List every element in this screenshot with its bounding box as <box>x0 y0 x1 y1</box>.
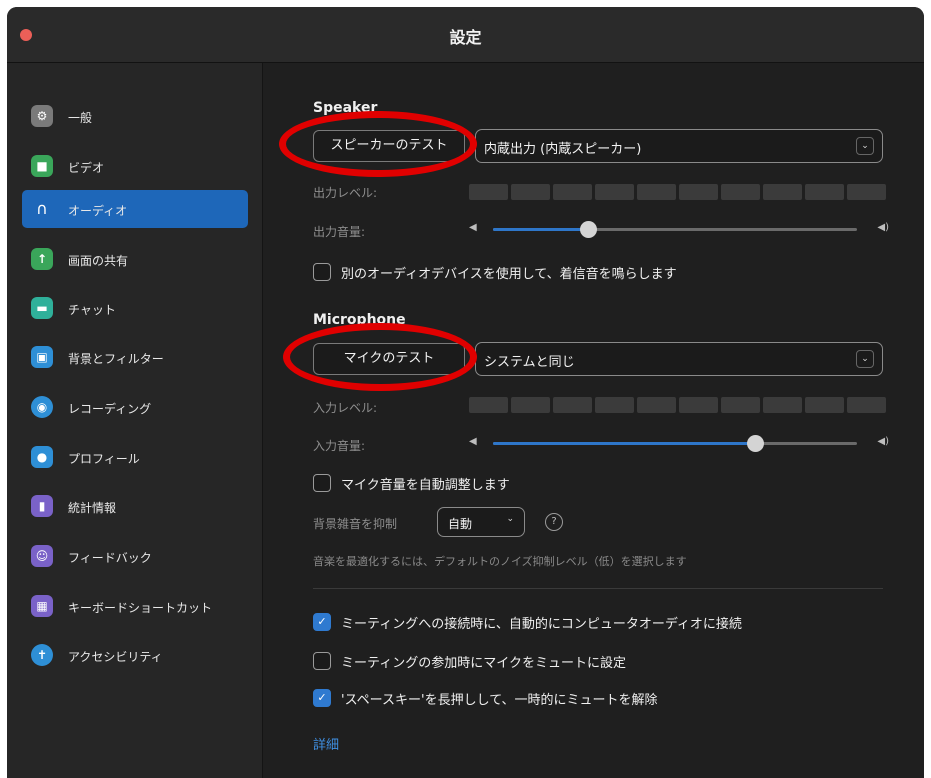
auto-adjust-mic-checkbox[interactable] <box>313 474 331 492</box>
output-level-meter <box>469 184 886 200</box>
settings-window: 設定 ⚙ 一般 ■ ビデオ ∩ オーディオ ↑ 画面の共有 ▬ チャット ▣ 背… <box>7 7 924 778</box>
auto-join-audio-label: ミーティングへの接続時に、自動的にコンピュータオーディオに接続 <box>341 617 742 632</box>
speaker-section-title: Speaker <box>313 100 378 116</box>
window-title: 設定 <box>449 28 482 47</box>
sidebar-item-audio[interactable]: ∩ オーディオ <box>22 190 248 228</box>
headphones-icon: ∩ <box>36 198 48 218</box>
title-bar: 設定 <box>7 7 924 63</box>
volume-low-icon: ◀ <box>469 436 477 447</box>
volume-high-icon: ◀) <box>877 436 889 447</box>
profile-icon: ● <box>31 446 53 468</box>
input-volume-thumb[interactable] <box>747 435 765 452</box>
noise-suppression-hint: 音楽を最適化するには、デフォルトのノイズ抑制レベル（低）を選択します <box>313 555 687 568</box>
chevron-down-icon: ⌄ <box>856 137 874 155</box>
sidebar-item-recording[interactable]: ◉ レコーディング <box>22 389 248 425</box>
feedback-icon: ☺ <box>31 545 53 567</box>
video-camera-icon: ■ <box>31 155 53 177</box>
help-icon[interactable]: ? <box>545 513 563 531</box>
sidebar-item-label: 一般 <box>68 111 93 125</box>
accessibility-icon: ✝ <box>31 644 53 666</box>
share-screen-icon: ↑ <box>31 248 53 270</box>
sidebar-item-share-screen[interactable]: ↑ 画面の共有 <box>22 241 248 277</box>
sidebar: ⚙ 一般 ■ ビデオ ∩ オーディオ ↑ 画面の共有 ▬ チャット ▣ 背景とフ… <box>7 63 263 778</box>
volume-high-icon: ◀) <box>877 222 889 233</box>
advanced-link[interactable]: 詳細 <box>313 734 339 753</box>
chevron-down-icon: ⌄ <box>506 514 514 524</box>
microphone-device-select[interactable]: システムと同じ ⌄ <box>475 342 883 376</box>
test-speaker-button[interactable]: スピーカーのテスト <box>313 130 465 162</box>
chat-bubble-icon: ▬ <box>31 297 53 319</box>
output-volume-slider[interactable]: ◀ ◀) <box>469 219 889 239</box>
output-level-label: 出力レベル: <box>313 186 378 200</box>
mute-on-join-label: ミーティングの参加時にマイクをミュートに設定 <box>341 656 626 671</box>
push-to-talk-checkbox[interactable]: ✓ <box>313 689 331 707</box>
sidebar-item-keyboard-shortcuts[interactable]: ▦ キーボードショートカット <box>22 588 248 624</box>
audio-settings-panel: Speaker スピーカーのテスト 内蔵出力 (内蔵スピーカー) ⌄ 出力レベル… <box>263 63 924 778</box>
divider <box>313 588 883 589</box>
noise-suppression-select[interactable]: 自動 ⌄ <box>437 507 525 537</box>
input-volume-slider[interactable]: ◀ ◀) <box>469 433 889 453</box>
sidebar-item-label: アクセシビリティ <box>68 650 163 664</box>
sidebar-item-statistics[interactable]: ▮ 統計情報 <box>22 488 248 524</box>
auto-join-audio-checkbox[interactable]: ✓ <box>313 613 331 631</box>
sidebar-item-label: キーボードショートカット <box>68 601 213 615</box>
microphone-device-value: システムと同じ <box>484 355 575 370</box>
output-volume-thumb[interactable] <box>579 221 597 238</box>
sidebar-item-label: チャット <box>68 303 116 317</box>
sidebar-item-label: ビデオ <box>68 161 105 175</box>
input-volume-fill <box>493 442 756 445</box>
noise-suppression-label: 背景雑音を抑制 <box>313 517 398 531</box>
statistics-icon: ▮ <box>31 495 53 517</box>
sidebar-item-label: フィードバック <box>68 551 152 565</box>
sidebar-item-label: 背景とフィルター <box>68 352 164 366</box>
sidebar-item-background-filters[interactable]: ▣ 背景とフィルター <box>22 339 248 375</box>
sidebar-item-label: 画面の共有 <box>68 254 129 268</box>
auto-adjust-mic-label: マイク音量を自動調整します <box>341 478 510 493</box>
mute-on-join-checkbox[interactable] <box>313 652 331 670</box>
test-microphone-button[interactable]: マイクのテスト <box>313 343 465 375</box>
input-volume-track[interactable] <box>493 435 857 452</box>
input-volume-label: 入力音量: <box>313 439 366 453</box>
sidebar-item-label: レコーディング <box>68 402 152 416</box>
sidebar-item-profile[interactable]: ● プロフィール <box>22 439 248 475</box>
gear-icon: ⚙ <box>31 105 53 127</box>
speaker-device-select[interactable]: 内蔵出力 (内蔵スピーカー) ⌄ <box>475 129 883 163</box>
output-volume-label: 出力音量: <box>313 225 366 239</box>
output-volume-track[interactable] <box>493 221 857 238</box>
sidebar-item-label: オーディオ <box>68 204 128 218</box>
sidebar-item-general[interactable]: ⚙ 一般 <box>22 98 248 134</box>
sidebar-item-chat[interactable]: ▬ チャット <box>22 290 248 326</box>
keyboard-icon: ▦ <box>31 595 53 617</box>
separate-ringtone-device-label: 別のオーディオデバイスを使用して、着信音を鳴らします <box>341 267 677 282</box>
input-level-label: 入力レベル: <box>313 401 378 415</box>
chevron-down-icon: ⌄ <box>856 350 874 368</box>
input-level-meter <box>469 397 886 413</box>
sidebar-item-feedback[interactable]: ☺ フィードバック <box>22 538 248 574</box>
background-icon: ▣ <box>31 346 53 368</box>
noise-suppression-value: 自動 <box>448 517 473 531</box>
sidebar-item-label: 統計情報 <box>68 501 117 515</box>
sidebar-item-video[interactable]: ■ ビデオ <box>22 148 248 184</box>
volume-low-icon: ◀ <box>469 222 477 233</box>
output-volume-fill <box>493 228 588 231</box>
speaker-device-value: 内蔵出力 (内蔵スピーカー) <box>484 142 642 157</box>
microphone-section-title: Microphone <box>313 312 406 328</box>
push-to-talk-label: 'スペースキー'を長押しして、一時的にミュートを解除 <box>341 693 658 708</box>
sidebar-item-label: プロフィール <box>68 452 140 466</box>
sidebar-item-accessibility[interactable]: ✝ アクセシビリティ <box>22 637 248 673</box>
separate-ringtone-device-checkbox[interactable] <box>313 263 331 281</box>
record-icon: ◉ <box>31 396 53 418</box>
